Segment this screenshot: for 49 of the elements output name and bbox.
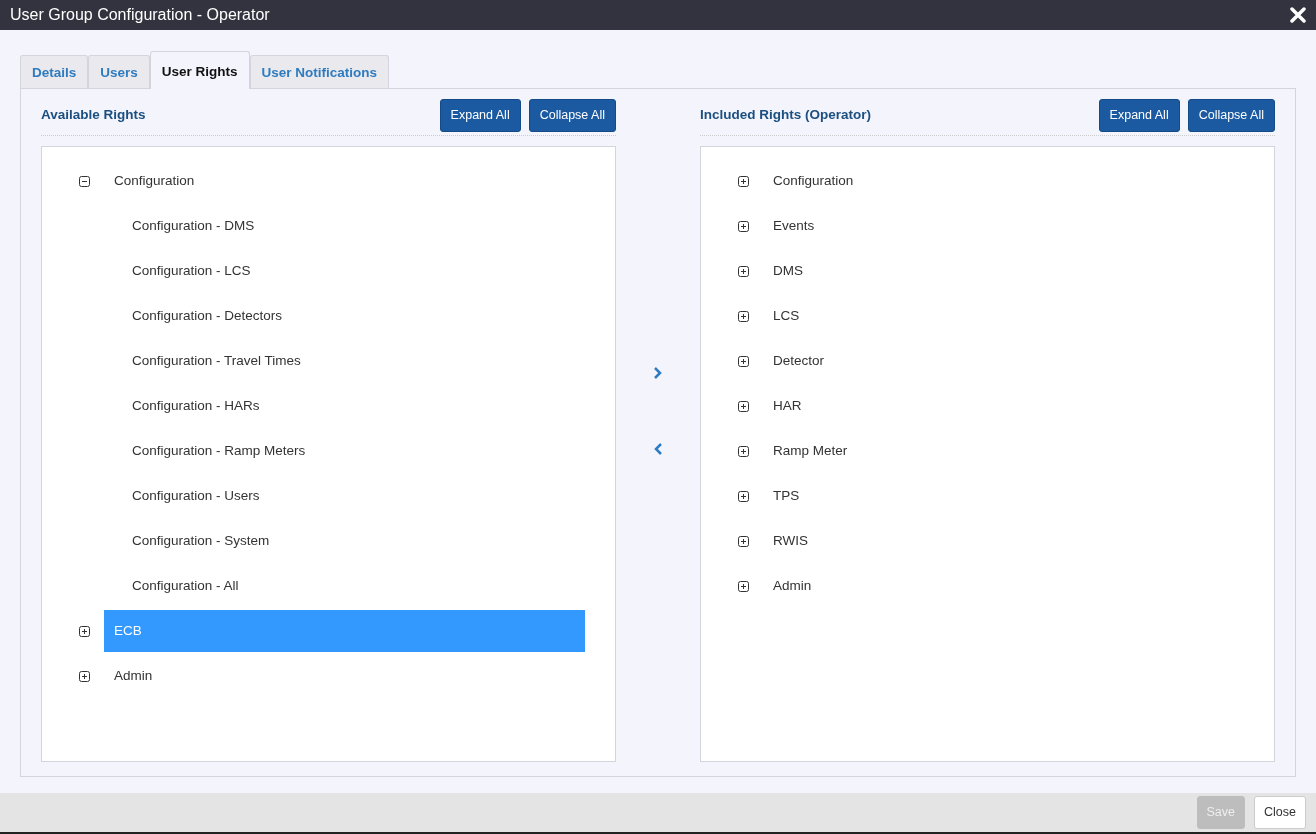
tab[interactable]: User Notifications	[249, 55, 390, 88]
tab[interactable]: Details	[20, 55, 89, 88]
expand-icon[interactable]	[79, 625, 90, 637]
tab[interactable]: User Rights	[149, 51, 250, 89]
footer-button[interactable]: Close	[1254, 796, 1306, 829]
tree-item[interactable]: Events	[763, 205, 1244, 248]
expand-icon[interactable]	[738, 490, 749, 502]
tree-button[interactable]: Collapse All	[528, 99, 616, 132]
tree-item[interactable]: Configuration - LCS	[122, 250, 585, 293]
window-title: User Group Configuration - Operator	[10, 5, 270, 25]
tab[interactable]: Users	[88, 55, 150, 88]
tree-item[interactable]: Configuration - System	[122, 520, 585, 563]
tree-item[interactable]: RWIS	[763, 520, 1244, 563]
tree-item[interactable]: Admin	[763, 565, 1244, 608]
panel-title: Available Rights	[41, 106, 146, 125]
expand-icon[interactable]	[738, 220, 749, 232]
tree-item[interactable]: Admin	[104, 655, 585, 698]
expand-icon[interactable]	[738, 175, 749, 187]
tree-item[interactable]: LCS	[763, 295, 1244, 338]
tree-item[interactable]: Configuration	[104, 160, 585, 203]
tree-item[interactable]: Configuration - Ramp Meters	[122, 430, 585, 473]
tree-item[interactable]: Configuration - All	[122, 565, 585, 608]
tree-button[interactable]: Collapse All	[1187, 99, 1275, 132]
tree-item[interactable]: TPS	[763, 475, 1244, 518]
expand-icon[interactable]	[738, 355, 749, 367]
chevron-right-icon	[653, 366, 663, 381]
tree-item[interactable]: HAR	[763, 385, 1244, 428]
tree-button[interactable]: Expand All	[439, 99, 521, 132]
tree-item[interactable]: Configuration - Travel Times	[122, 340, 585, 383]
collapse-icon[interactable]	[79, 175, 90, 187]
tree-item[interactable]: Configuration - Detectors	[122, 295, 585, 338]
tree-item[interactable]: Ramp Meter	[763, 430, 1244, 473]
expand-icon[interactable]	[738, 535, 749, 547]
expand-icon[interactable]	[738, 580, 749, 592]
tree-item[interactable]: Detector	[763, 340, 1244, 383]
tree-item[interactable]: Configuration	[763, 160, 1244, 203]
tree-item[interactable]: Configuration - Users	[122, 475, 585, 518]
expand-icon[interactable]	[738, 445, 749, 457]
expand-icon[interactable]	[738, 400, 749, 412]
chevron-left-icon	[653, 442, 663, 457]
expand-icon[interactable]	[738, 310, 749, 322]
tree-item[interactable]: DMS	[763, 250, 1244, 293]
tree-item[interactable]: Configuration - HARs	[122, 385, 585, 428]
close-icon[interactable]	[1290, 7, 1306, 23]
expand-icon[interactable]	[79, 670, 90, 682]
expand-icon[interactable]	[738, 265, 749, 277]
tree-item[interactable]: Configuration - DMS	[122, 205, 585, 248]
panel-title: Included Rights (Operator)	[700, 106, 871, 125]
tree-button[interactable]: Expand All	[1098, 99, 1180, 132]
